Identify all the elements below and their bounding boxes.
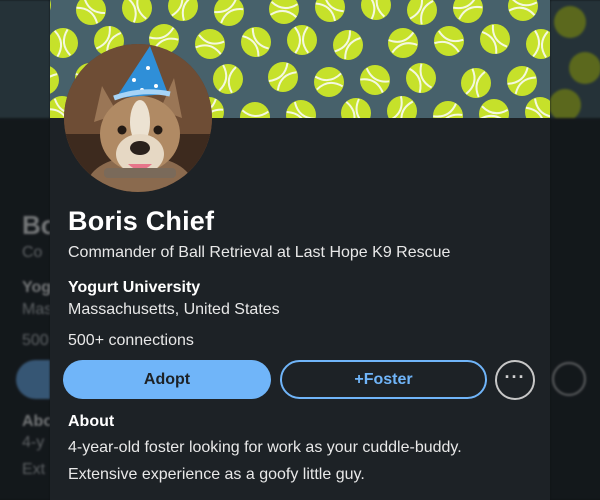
tennis-ball-icon bbox=[286, 100, 316, 118]
tennis-ball-icon bbox=[433, 101, 463, 118]
previous-card-education: Yog bbox=[22, 279, 50, 296]
ellipsis-icon: ··· bbox=[504, 367, 526, 387]
previous-card-adopt-button bbox=[16, 360, 50, 399]
tennis-ball-icon bbox=[526, 29, 550, 59]
previous-card-name: Bo bbox=[22, 210, 50, 240]
tennis-ball-icon bbox=[50, 65, 59, 94]
tennis-ball-icon bbox=[76, 0, 106, 25]
next-card-preview[interactable] bbox=[550, 0, 600, 500]
tennis-ball-icon bbox=[213, 64, 243, 94]
tennis-ball-icon bbox=[315, 0, 345, 22]
foster-button[interactable]: +Foster bbox=[280, 360, 487, 399]
profile-name: Boris Chief bbox=[68, 206, 215, 236]
previous-card-about-title: Abo bbox=[22, 413, 50, 430]
profile-headline: Commander of Ball Retrieval at Last Hope… bbox=[68, 244, 451, 261]
tennis-ball-icon bbox=[50, 0, 51, 11]
tennis-ball-icon bbox=[507, 66, 537, 96]
tennis-ball-icon bbox=[214, 0, 244, 26]
tennis-ball-icon bbox=[387, 96, 417, 118]
tennis-ball-icon bbox=[407, 0, 437, 25]
tennis-ball-icon bbox=[461, 68, 491, 98]
tennis-ball-icon bbox=[195, 29, 225, 59]
previous-card-about-line2: Ext bbox=[22, 461, 46, 478]
tennis-ball-icon bbox=[240, 102, 270, 118]
tennis-ball-icon bbox=[268, 62, 298, 92]
dog-avatar-icon bbox=[64, 44, 212, 192]
tennis-ball-icon bbox=[508, 0, 538, 21]
previous-card-banner bbox=[0, 0, 50, 118]
tennis-ball-icon bbox=[341, 98, 371, 118]
next-card-banner bbox=[550, 0, 600, 118]
tennis-ball-icon bbox=[269, 0, 299, 24]
tennis-ball-icon bbox=[453, 0, 483, 23]
previous-card-about-line1: 4-y bbox=[22, 434, 45, 451]
tennis-ball-icon bbox=[388, 28, 418, 58]
tennis-ball-icon bbox=[314, 67, 344, 97]
tennis-ball-icon bbox=[360, 65, 390, 95]
tennis-ball-icon bbox=[333, 30, 363, 60]
previous-card-headline: Co bbox=[22, 244, 43, 261]
location-label: Massachusetts, United States bbox=[68, 301, 280, 318]
tennis-ball-icon bbox=[50, 28, 78, 58]
tennis-ball-icon bbox=[480, 24, 510, 54]
tennis-ball-icon bbox=[168, 0, 198, 21]
profile-card: Boris Chief Commander of Ball Retrieval … bbox=[50, 0, 550, 500]
previous-card-preview[interactable]: Bo Co Yog Mas 500 Abo 4-y Ext bbox=[0, 0, 50, 500]
tennis-ball-icon bbox=[434, 26, 464, 56]
connections-count[interactable]: 500+ connections bbox=[68, 332, 194, 350]
tennis-ball-icon bbox=[479, 99, 509, 118]
previous-card-location: Mas bbox=[22, 301, 50, 318]
next-card-body bbox=[550, 118, 600, 500]
about-line-2: Extensive experience as a goofy little g… bbox=[68, 466, 365, 483]
more-options-button[interactable]: ··· bbox=[495, 360, 535, 400]
tennis-ball-icon bbox=[241, 27, 271, 57]
adopt-button[interactable]: Adopt bbox=[63, 360, 271, 399]
about-title: About bbox=[68, 413, 115, 430]
next-card-more-icon bbox=[552, 362, 586, 396]
tennis-ball-icon bbox=[122, 0, 152, 23]
education-label[interactable]: Yogurt University bbox=[68, 279, 200, 297]
about-text: 4-year-old foster looking for work as yo… bbox=[68, 434, 538, 488]
tennis-ball-icon bbox=[525, 97, 550, 118]
about-line-1: 4-year-old foster looking for work as yo… bbox=[68, 439, 462, 456]
avatar[interactable] bbox=[64, 44, 212, 192]
previous-card-connections: 500 bbox=[22, 332, 49, 349]
tennis-ball-icon bbox=[406, 63, 436, 93]
tennis-ball-icon bbox=[287, 25, 317, 55]
tennis-ball-icon bbox=[361, 0, 391, 20]
